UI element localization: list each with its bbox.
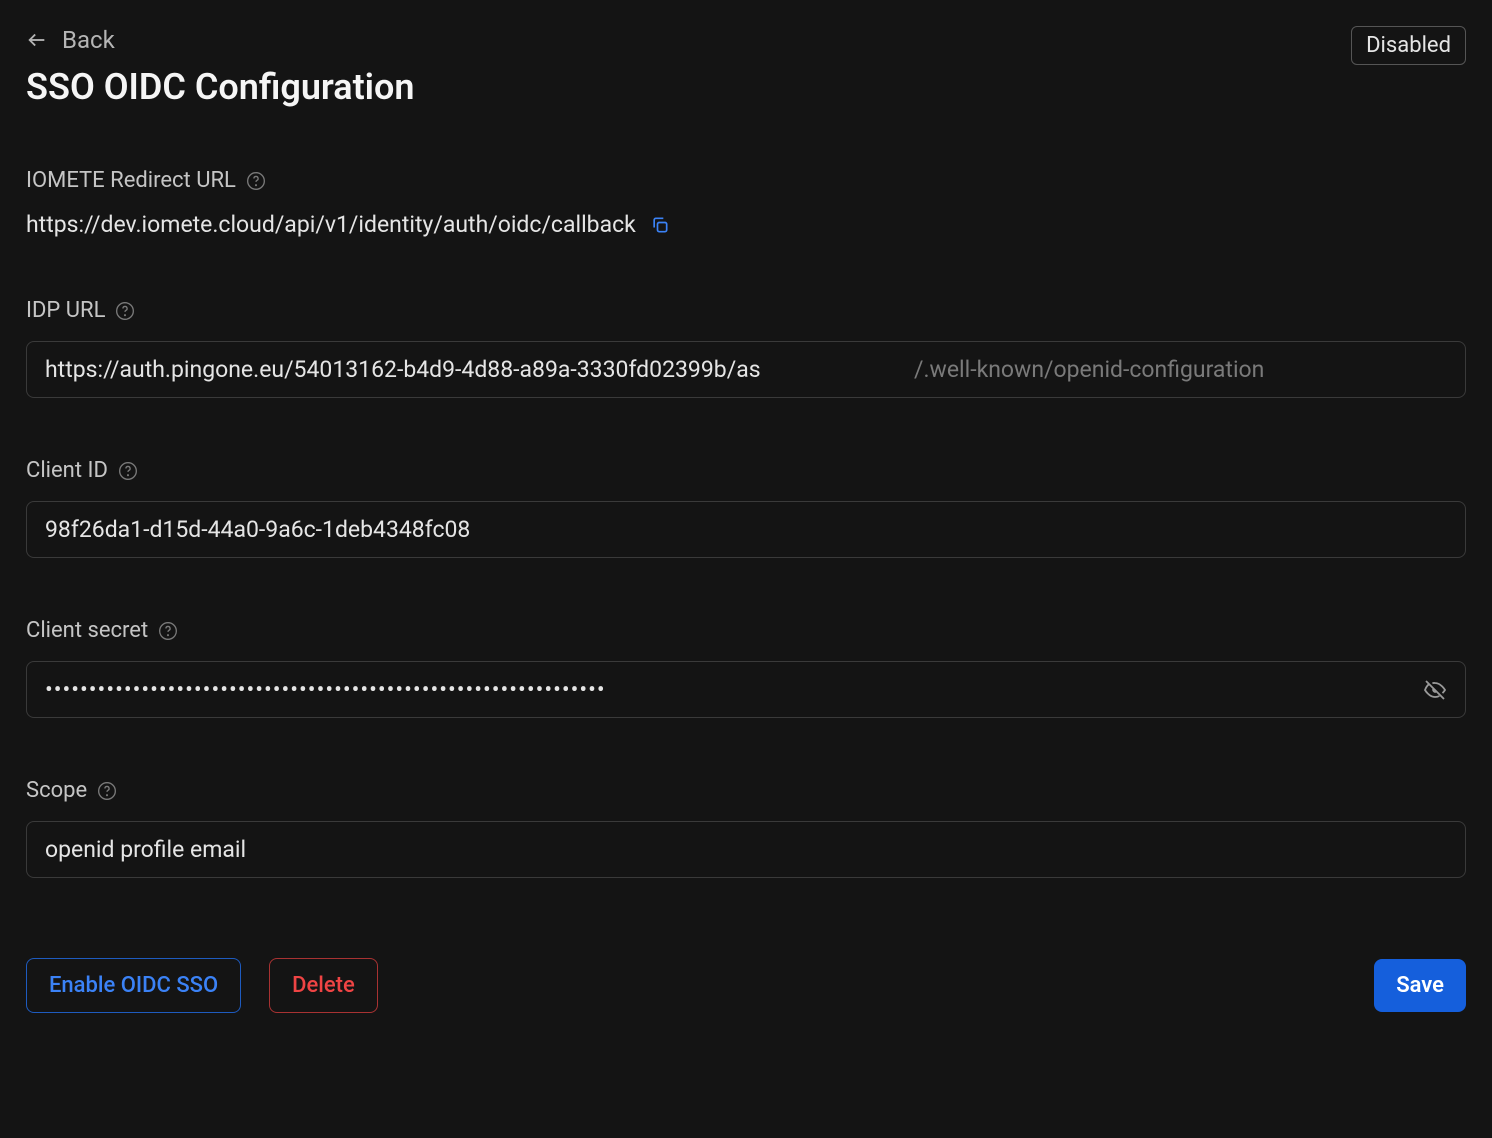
back-label: Back xyxy=(62,26,115,54)
footer-actions: Enable OIDC SSO Delete Save xyxy=(26,958,1466,1013)
idp-url-group: IDP URL /.well-known/openid-configuratio… xyxy=(26,298,1466,398)
redirect-url-label: IOMETE Redirect URL xyxy=(26,168,236,193)
client-id-input[interactable] xyxy=(26,501,1466,558)
client-secret-label: Client secret xyxy=(26,618,148,643)
help-icon[interactable] xyxy=(246,171,266,191)
back-link[interactable]: Back xyxy=(26,26,115,54)
enable-oidc-sso-button[interactable]: Enable OIDC SSO xyxy=(26,958,241,1013)
client-secret-group: Client secret xyxy=(26,618,1466,718)
scope-input[interactable] xyxy=(26,821,1466,878)
save-button[interactable]: Save xyxy=(1374,959,1466,1012)
page-title: SSO OIDC Configuration xyxy=(26,66,415,108)
idp-url-suffix: /.well-known/openid-configuration xyxy=(910,356,1264,383)
idp-url-input-wrapper: /.well-known/openid-configuration xyxy=(26,341,1466,398)
eye-off-icon[interactable] xyxy=(1423,678,1447,702)
copy-icon[interactable] xyxy=(650,215,670,235)
client-id-group: Client ID xyxy=(26,458,1466,558)
help-icon[interactable] xyxy=(158,621,178,641)
client-secret-input-wrapper xyxy=(26,661,1466,718)
status-badge: Disabled xyxy=(1351,26,1466,65)
client-id-label: Client ID xyxy=(26,458,108,483)
help-icon[interactable] xyxy=(115,301,135,321)
redirect-url-group: IOMETE Redirect URL https://dev.iomete.c… xyxy=(26,168,1466,238)
client-secret-input[interactable] xyxy=(45,670,1423,709)
idp-url-input[interactable] xyxy=(45,356,910,383)
help-icon[interactable] xyxy=(118,461,138,481)
delete-button[interactable]: Delete xyxy=(269,958,378,1013)
arrow-left-icon xyxy=(26,29,48,51)
idp-url-label: IDP URL xyxy=(26,298,105,323)
redirect-url-value: https://dev.iomete.cloud/api/v1/identity… xyxy=(26,211,636,238)
scope-group: Scope xyxy=(26,778,1466,878)
help-icon[interactable] xyxy=(97,781,117,801)
scope-label: Scope xyxy=(26,778,87,803)
